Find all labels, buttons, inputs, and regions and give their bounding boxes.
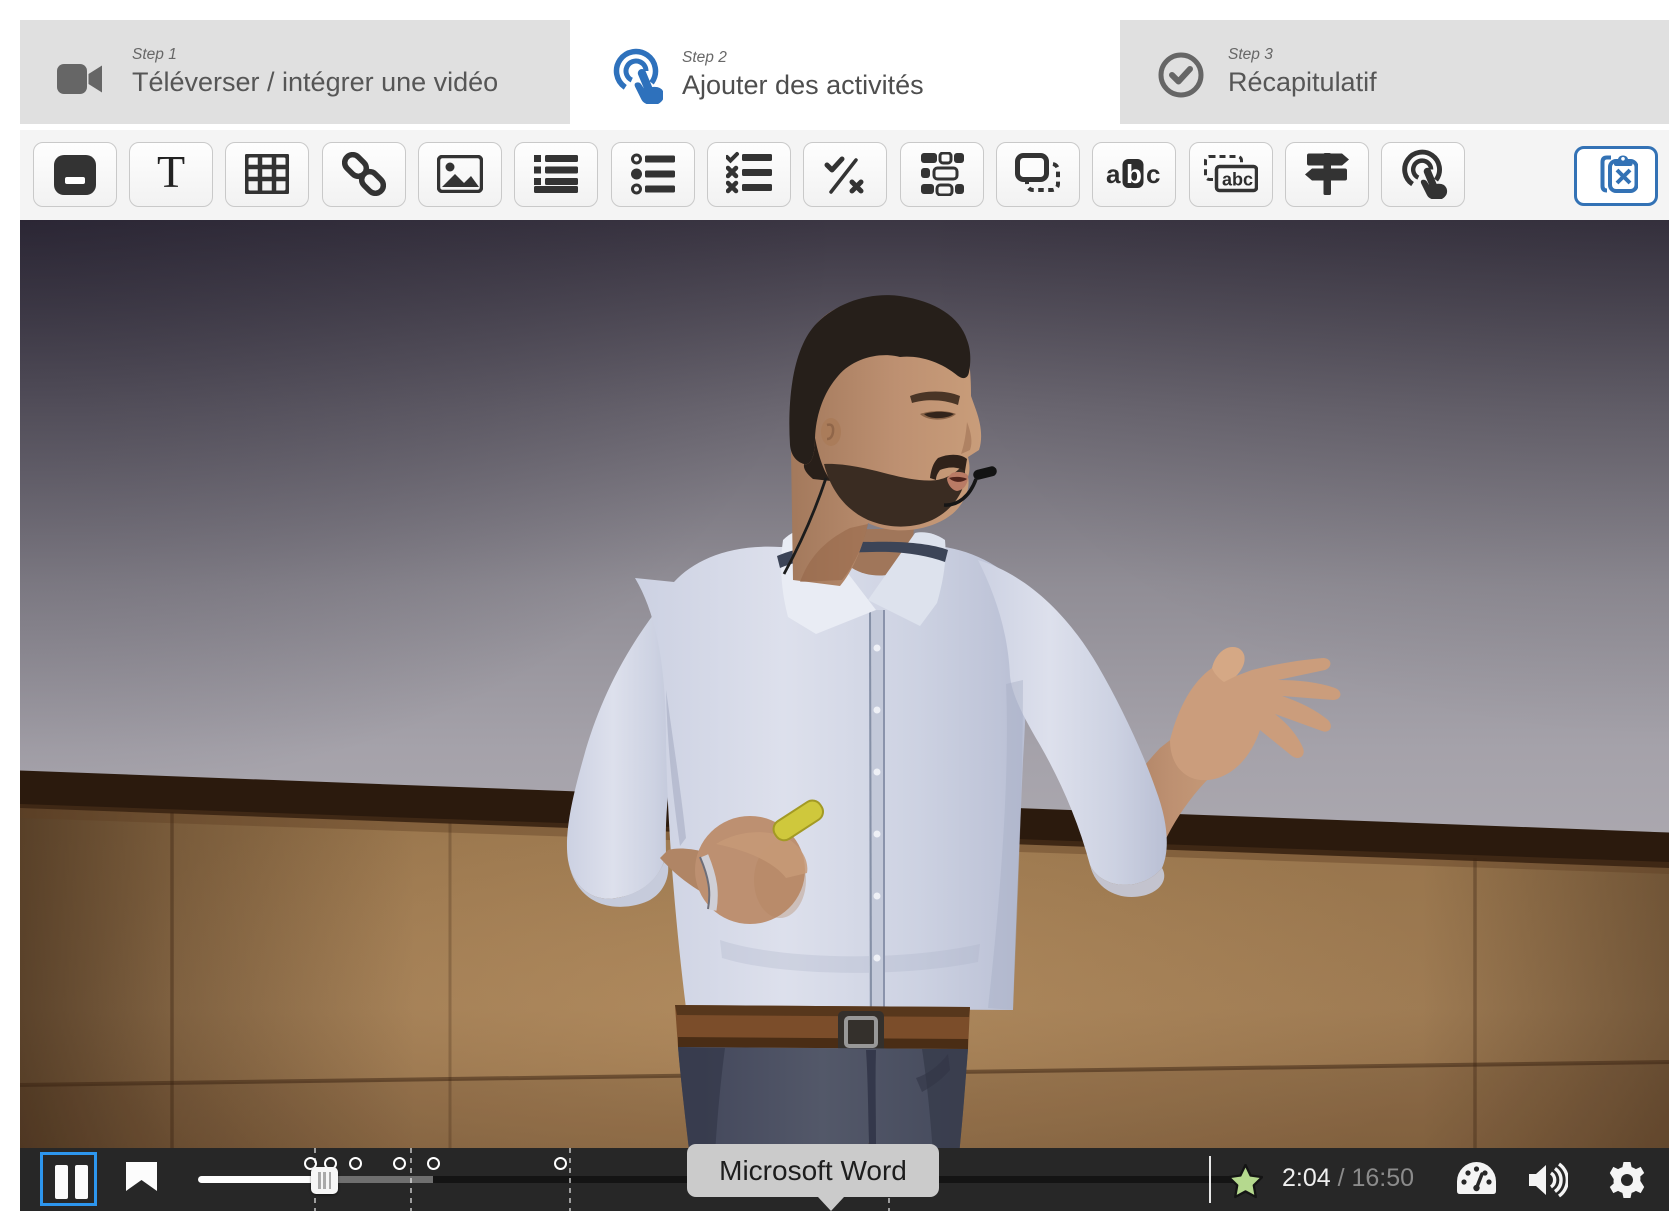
svg-text:b: b <box>1126 159 1142 189</box>
svg-text:abc: abc <box>1222 170 1253 190</box>
svg-text:c: c <box>1146 159 1160 189</box>
svg-text:a: a <box>1106 159 1121 189</box>
